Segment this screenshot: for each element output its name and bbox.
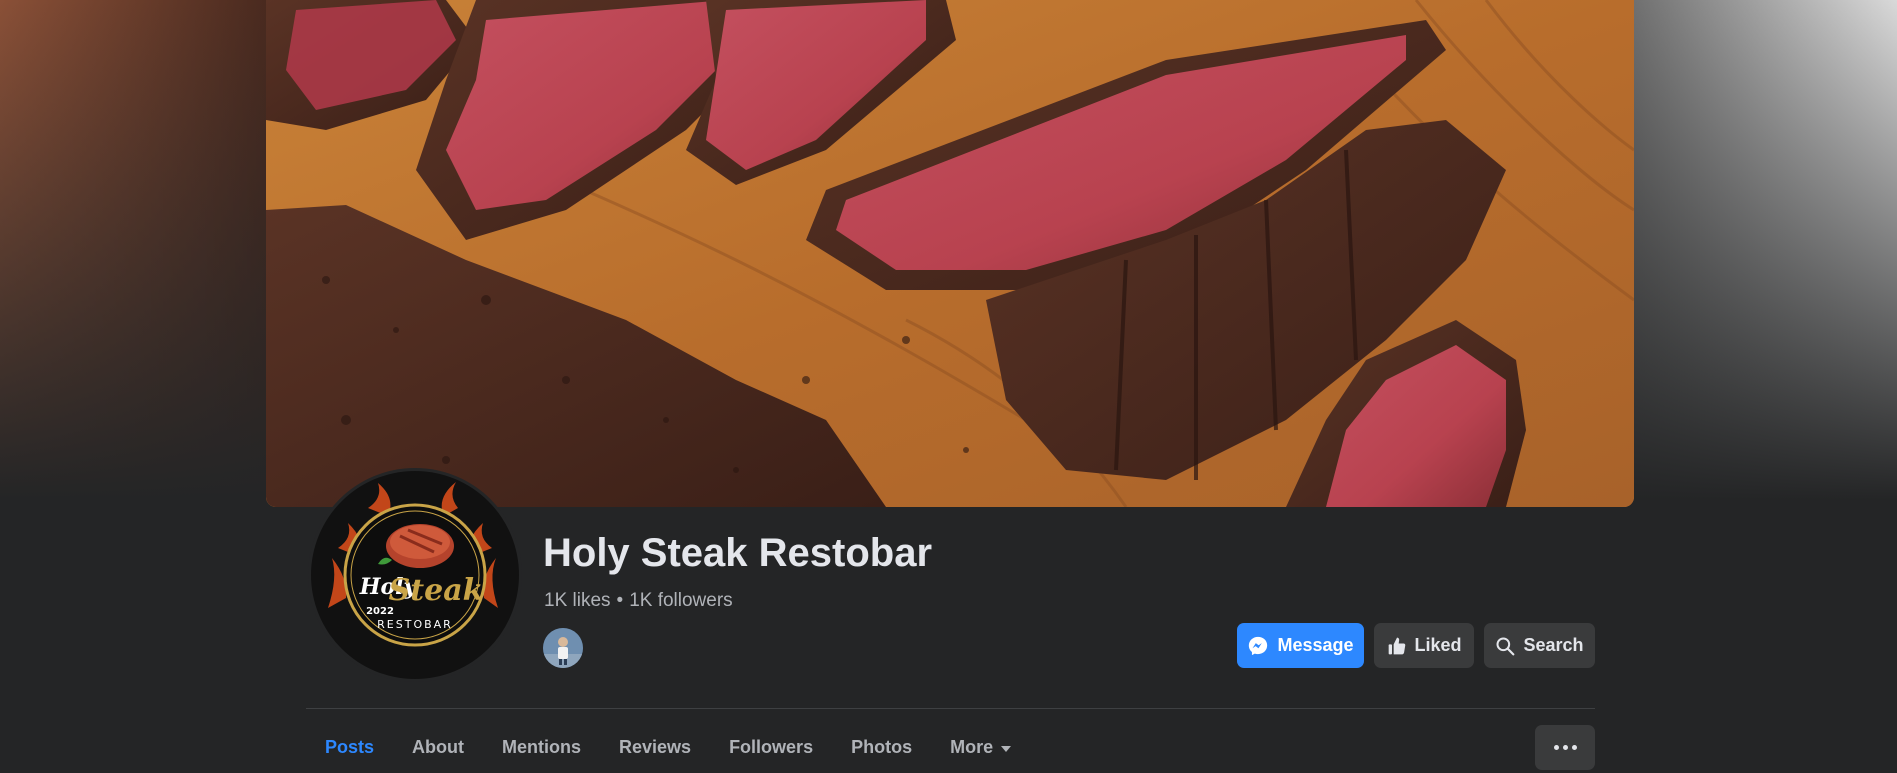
caret-down-icon bbox=[1001, 746, 1012, 752]
logo-year-text: 2022 bbox=[366, 606, 394, 617]
profile-picture[interactable]: Holy Steak 2022 RESTOBAR bbox=[308, 468, 522, 682]
page-title: Holy Steak Restobar bbox=[543, 531, 933, 575]
logo-steak-text: Steak bbox=[389, 573, 484, 608]
tab-photos[interactable]: Photos bbox=[832, 718, 931, 773]
message-label: Message bbox=[1277, 635, 1354, 655]
page-stats: 1K likes • 1K followers bbox=[544, 590, 733, 612]
cover-photo[interactable] bbox=[266, 0, 1634, 507]
stats-separator: • bbox=[616, 590, 624, 611]
messenger-icon bbox=[1249, 636, 1268, 655]
liked-button[interactable]: Liked bbox=[1374, 623, 1474, 668]
likes-count[interactable]: 1K likes bbox=[544, 590, 611, 611]
followers-count[interactable]: 1K followers bbox=[629, 590, 733, 611]
liked-label: Liked bbox=[1414, 635, 1462, 655]
more-options-button[interactable] bbox=[1535, 725, 1595, 770]
restaurant-logo: Holy Steak 2022 RESTOBAR bbox=[311, 471, 519, 679]
search-icon bbox=[1496, 637, 1515, 655]
message-button[interactable]: Message bbox=[1237, 623, 1364, 668]
thumbs-up-icon bbox=[1388, 637, 1405, 654]
friend-avatar[interactable] bbox=[543, 628, 583, 668]
search-label: Search bbox=[1523, 635, 1584, 655]
page-tabs: Posts About Mentions Reviews Followers P… bbox=[306, 718, 1030, 773]
tab-about[interactable]: About bbox=[393, 718, 483, 773]
search-button[interactable]: Search bbox=[1484, 623, 1595, 668]
ellipsis-icon bbox=[1553, 745, 1559, 750]
tab-followers[interactable]: Followers bbox=[710, 718, 832, 773]
tab-mentions[interactable]: Mentions bbox=[483, 718, 600, 773]
tab-posts[interactable]: Posts bbox=[306, 718, 393, 773]
tab-more[interactable]: More bbox=[931, 718, 1030, 773]
header-divider bbox=[306, 708, 1595, 709]
logo-restobar-text: RESTOBAR bbox=[377, 618, 453, 631]
tab-reviews[interactable]: Reviews bbox=[600, 718, 710, 773]
steak-cover-image bbox=[266, 0, 1634, 507]
